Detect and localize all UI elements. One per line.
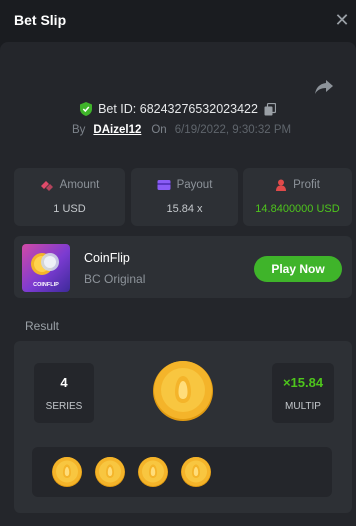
- coin-icon: [153, 361, 213, 421]
- stat-payout: Payout 15.84 x: [131, 168, 238, 226]
- by-label: By: [72, 124, 86, 136]
- game-card: COINFLIP CoinFlip BC Original Play Now: [14, 236, 352, 298]
- stat-value: 1 USD: [53, 203, 86, 215]
- stat-label: Amount: [59, 179, 100, 191]
- share-icon[interactable]: [314, 78, 334, 96]
- game-name: CoinFlip: [84, 251, 130, 265]
- bet-meta-row: By DAizel12 On 6/19/2022, 9:30:32 PM: [72, 122, 291, 138]
- multiplier-value: ×15.84: [282, 375, 324, 390]
- series-value: 4: [60, 375, 68, 390]
- shield-check-icon: [80, 102, 93, 116]
- coins-icon: [40, 181, 53, 191]
- result-box: 4 SERIES ×15.84 MULTIP: [14, 341, 352, 513]
- result-coin-icon: [138, 457, 168, 487]
- stat-label: Profit: [293, 179, 320, 191]
- game-thumbnail: COINFLIP: [22, 244, 70, 292]
- stat-profit: Profit 14.8400000 USD: [243, 168, 352, 226]
- series-box: 4 SERIES: [34, 363, 94, 423]
- stat-value: 15.84 x: [166, 203, 203, 215]
- coin-results-strip: [32, 447, 332, 497]
- wallet-icon: [157, 180, 171, 190]
- result-coin-icon: [95, 457, 125, 487]
- coin-flip-art-icon: [31, 253, 59, 275]
- profit-icon: [276, 179, 287, 191]
- series-label: SERIES: [45, 401, 83, 412]
- on-label: On: [151, 124, 167, 136]
- bet-id-text: Bet ID: 68243276532023422: [98, 102, 258, 116]
- result-coin-icon: [52, 457, 82, 487]
- bet-date: 6/19/2022, 9:30:32 PM: [174, 124, 292, 136]
- stat-value: 14.8400000 USD: [255, 203, 340, 215]
- copy-icon[interactable]: [264, 102, 276, 116]
- close-icon[interactable]: ✕: [334, 11, 350, 29]
- result-label: Result: [25, 319, 60, 333]
- page-title: Bet Slip: [14, 12, 67, 28]
- result-coin-icon: [181, 457, 211, 487]
- user-link[interactable]: DAizel12: [93, 124, 141, 136]
- game-subtitle: BC Original: [84, 272, 146, 286]
- multiplier-label: MULTIP: [285, 401, 321, 412]
- stat-amount: Amount 1 USD: [14, 168, 125, 226]
- header: Bet Slip ✕: [0, 0, 356, 42]
- bet-id-row: Bet ID: 68243276532023422: [0, 100, 356, 118]
- game-thumb-title: COINFLIP: [33, 282, 59, 288]
- play-now-button[interactable]: Play Now: [254, 256, 342, 282]
- multiplier-box: ×15.84 MULTIP: [272, 363, 334, 423]
- stat-label: Payout: [176, 179, 213, 191]
